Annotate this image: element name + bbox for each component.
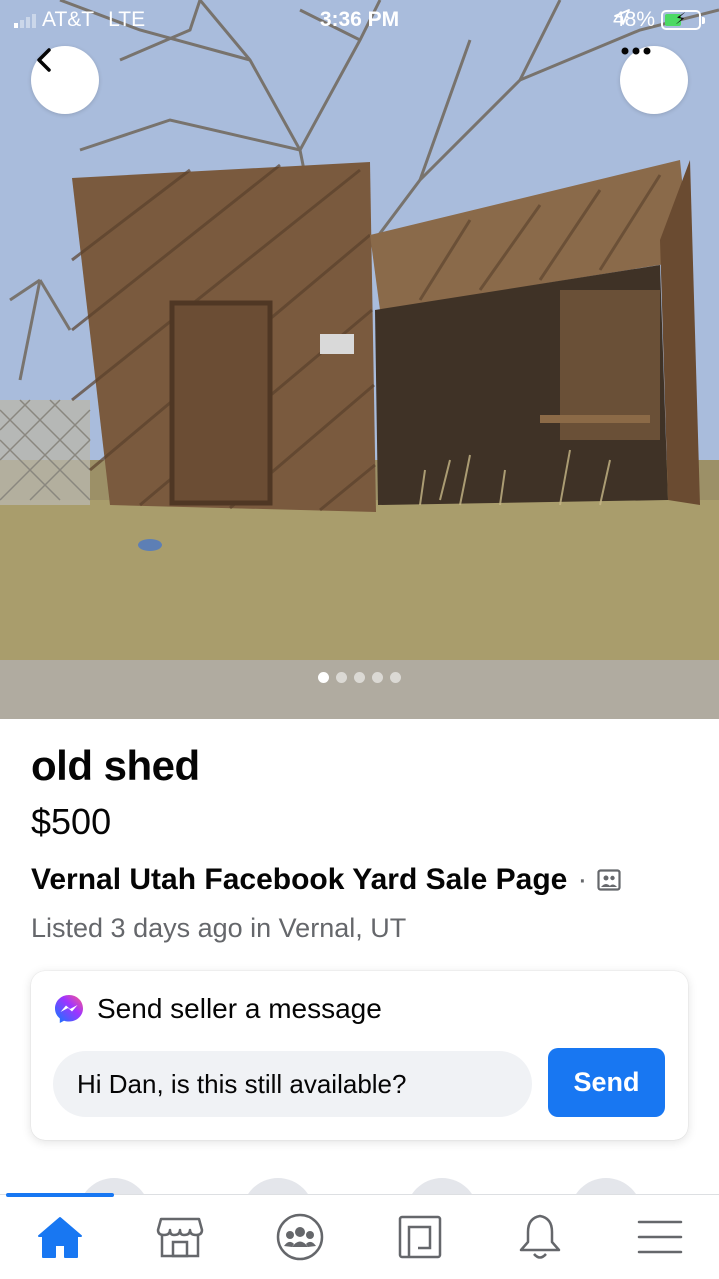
home-icon: [38, 1217, 82, 1258]
tab-notifications[interactable]: [505, 1207, 575, 1267]
shed-photo: [0, 0, 719, 719]
message-seller-card: Send seller a message Send: [31, 971, 688, 1140]
back-button[interactable]: [31, 46, 99, 114]
battery-icon: ⚡: [661, 10, 705, 30]
more-dots-icon: [621, 47, 651, 55]
status-time: 3:36 PM: [319, 8, 400, 31]
send-button[interactable]: Send: [548, 1048, 665, 1117]
marketplace-icon: [156, 1217, 204, 1258]
groups-icon: [276, 1213, 324, 1261]
pagination-dot[interactable]: [372, 672, 383, 683]
listing-price: $500: [31, 801, 112, 842]
messenger-icon: [55, 995, 83, 1023]
bell-icon: [519, 1214, 561, 1259]
pagination-dot[interactable]: [390, 672, 401, 683]
pagination-dot[interactable]: [354, 672, 365, 683]
listing-photo[interactable]: AT&T LTE 3:36 PM 48% ⚡: [0, 0, 719, 719]
photo-pagination: [0, 672, 719, 683]
pagination-dot[interactable]: [336, 672, 347, 683]
tab-marketplace[interactable]: [145, 1207, 215, 1267]
status-bar: AT&T LTE 3:36 PM 48% ⚡: [0, 0, 719, 40]
active-tab-indicator: [6, 1193, 114, 1197]
seller-row: Vernal Utah Facebook Yard Sale Page ·: [31, 863, 621, 897]
location-arrow-icon: [614, 9, 630, 25]
message-card-title: Send seller a message: [97, 993, 382, 1024]
more-options-button[interactable]: [620, 46, 688, 114]
group-page-icon: [597, 869, 621, 891]
bottom-tab-bar: [0, 1193, 719, 1279]
menu-icon: [637, 1220, 683, 1254]
tab-home[interactable]: [25, 1207, 95, 1267]
tab-news[interactable]: [385, 1207, 455, 1267]
listing-title: old shed: [31, 742, 200, 789]
tab-menu[interactable]: [625, 1207, 695, 1267]
news-icon: [398, 1215, 442, 1259]
message-input[interactable]: [53, 1051, 532, 1117]
separator: ·: [577, 863, 588, 896]
listed-info: Listed 3 days ago in Vernal, UT: [31, 913, 407, 943]
seller-link[interactable]: Vernal Utah Facebook Yard Sale Page: [31, 863, 567, 897]
pagination-dot[interactable]: [318, 672, 329, 683]
chevron-left-icon: [37, 48, 51, 72]
tab-groups[interactable]: [265, 1207, 335, 1267]
